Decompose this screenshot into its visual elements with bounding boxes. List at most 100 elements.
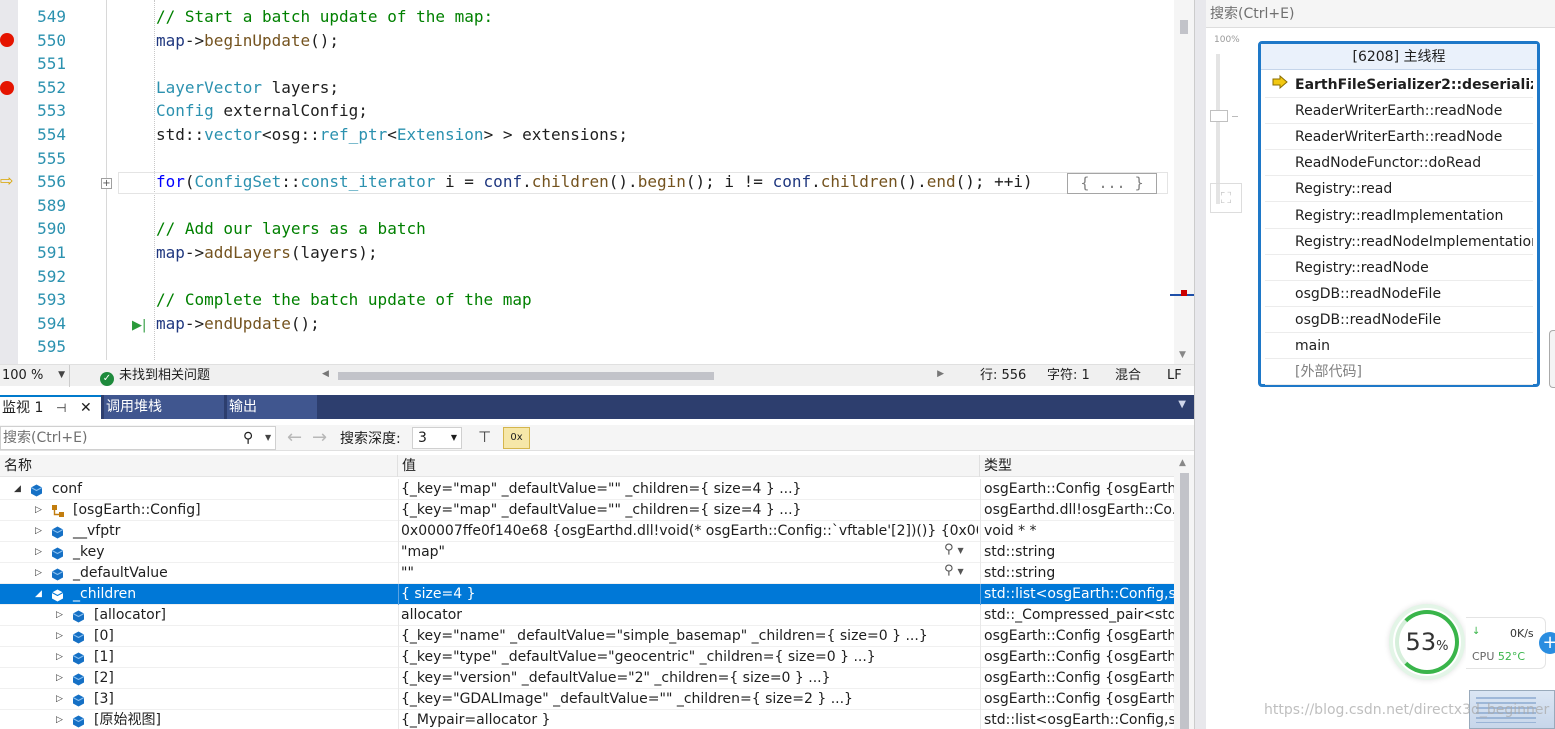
collapse-arrow-icon[interactable]: ◢ (14, 479, 21, 499)
scroll-down-icon[interactable]: ▼ (1179, 350, 1186, 360)
expand-arrow-icon[interactable]: ▷ (35, 563, 42, 583)
watch-search-input[interactable]: 搜索(Ctrl+E) ⚲ ▼ (0, 426, 276, 450)
run-to-click-icon[interactable]: ▶| (132, 318, 146, 333)
watch-value[interactable]: {_Mypair=allocator } (398, 710, 978, 729)
watch-value[interactable]: allocator (398, 605, 978, 626)
watch-value[interactable]: {_key="GDALImage" _defaultValue="" _chil… (398, 689, 978, 710)
editor-vertical-scrollbar[interactable]: ▼ (1170, 0, 1196, 364)
fit-to-view-icon[interactable]: ⛶ (1210, 183, 1242, 213)
code-line[interactable]: // Start a batch update of the map: (156, 5, 493, 29)
watch-row[interactable]: ▷ _key "map" ⚲ ▼ std::string (0, 542, 1174, 563)
watch-value[interactable]: { size=4 } (398, 584, 978, 605)
expand-arrow-icon[interactable]: ▷ (35, 521, 42, 541)
chevron-down-icon[interactable]: ▼ (958, 567, 964, 576)
collapse-arrow-icon[interactable]: ◢ (35, 584, 42, 604)
tab-output[interactable]: 输出 (227, 395, 317, 419)
expand-arrow-icon[interactable]: ▷ (56, 710, 63, 729)
breakpoint-icon[interactable] (0, 33, 14, 48)
expand-arrow-icon[interactable]: ▷ (56, 626, 63, 646)
text-visualizer-icon[interactable]: ⚲ (944, 542, 954, 557)
code-line[interactable]: map->addLayers(layers); (156, 241, 378, 265)
expand-arrow-icon[interactable]: ▷ (35, 542, 42, 562)
stack-frame[interactable]: Registry::read (1265, 176, 1533, 203)
stack-frame[interactable]: osgDB::readNodeFile (1265, 281, 1533, 307)
thread-stack-box[interactable]: [6208] 主线程 EarthFileSerializer2::deseria… (1258, 41, 1540, 387)
collapsed-region-button[interactable]: { ... } (1067, 173, 1157, 194)
visualizer-button[interactable]: ⚲ ▼ (944, 563, 964, 578)
side-drawer-handle[interactable] (1549, 330, 1555, 388)
stack-frame[interactable]: osgDB::readNodeFile (1265, 307, 1533, 333)
scroll-left-icon[interactable]: ◀ (322, 369, 329, 379)
scroll-thumb[interactable] (338, 372, 714, 380)
scroll-thumb[interactable] (1180, 473, 1189, 729)
char-indicator[interactable]: 字符: 1 (1047, 365, 1090, 386)
watch-row[interactable]: ◢ conf {_key="map" _defaultValue="" _child… (0, 479, 1174, 500)
stack-frame[interactable]: Registry::readNode (1265, 255, 1533, 281)
watch-row[interactable]: ▷ [3] {_key="GDALImage" _defaultValue="" _… (0, 689, 1174, 710)
breakpoint-icon[interactable] (0, 80, 14, 95)
scroll-up-icon[interactable]: ▲ (1179, 458, 1186, 468)
watch-row[interactable]: ▷ [0] {_key="name" _defaultValue="simple_b… (0, 626, 1174, 647)
search-icon[interactable]: ⚲ (243, 427, 253, 449)
close-icon[interactable]: ✕ (80, 397, 92, 419)
watch-row[interactable]: ▷ [2] {_key="version" _defaultValue="2" _c… (0, 668, 1174, 689)
code-line[interactable]: // Add our layers as a batch (156, 217, 426, 241)
code-line[interactable]: LayerVector layers; (156, 76, 339, 100)
eol-indicator[interactable]: LF (1167, 365, 1182, 386)
editor-horizontal-scrollbar[interactable]: ◀ ▶ (322, 369, 944, 382)
current-statement-arrow-icon[interactable]: ⇨ (0, 172, 13, 190)
breakpoint-gutter[interactable]: ⇨ (0, 0, 18, 364)
window-splitter[interactable] (1194, 0, 1206, 729)
watch-value[interactable]: {_key="map" _defaultValue="" _children={… (398, 500, 978, 521)
slider-handle[interactable] (1210, 110, 1228, 122)
watch-value[interactable]: 0x00007ffe0f140e68 {osgEarthd.dll!void(*… (398, 521, 978, 542)
expand-arrow-icon[interactable]: ▷ (56, 689, 63, 709)
watch-row[interactable]: ◢ _children { size=4 } std::list<osgEarth::… (0, 584, 1174, 605)
stack-frame[interactable]: [外部代码] (1265, 359, 1533, 386)
tab-watch-1[interactable]: 监视 1 ⊣ ✕ (0, 395, 101, 419)
stack-frame[interactable]: EarthFileSerializer2::deserialize (1265, 72, 1533, 98)
issues-indicator[interactable]: ✓ 未找到相关问题 (100, 365, 210, 386)
chevron-down-icon[interactable]: ▼ (958, 546, 964, 555)
code-line[interactable]: for(ConfigSet::const_iterator i = conf.c… (156, 170, 1033, 194)
column-header-name[interactable]: 名称 (0, 455, 398, 477)
watch-row[interactable]: ▷ [1] {_key="type" _defaultValue="geocentr… (0, 647, 1174, 668)
expand-region-icon[interactable]: + (101, 178, 112, 189)
tab-call-stack[interactable]: 调用堆栈 (104, 395, 224, 419)
stack-frame[interactable]: Registry::readNodeImplementation (1265, 229, 1533, 255)
expand-arrow-icon[interactable]: ▷ (35, 500, 42, 520)
watch-row[interactable]: ▷ __vfptr 0x00007ffe0f140e68 {osgEarthd.dl… (0, 521, 1174, 542)
line-ending-mode[interactable]: 混合 (1115, 365, 1141, 386)
watch-value[interactable]: {_key="map" _defaultValue="" _children={… (398, 479, 978, 500)
scroll-right-icon[interactable]: ▶ (937, 369, 944, 379)
back-arrow-icon[interactable]: ← (287, 427, 302, 448)
watch-row[interactable]: ▷ [osgEarth::Config] {_key="map" _defaultV… (0, 500, 1174, 521)
hex-display-icon[interactable]: 0x (503, 427, 530, 449)
expand-arrow-icon[interactable]: ▷ (56, 668, 63, 688)
watch-value[interactable]: {_key="version" _defaultValue="2" _child… (398, 668, 978, 689)
column-header-type[interactable]: 类型 (980, 455, 1174, 477)
cpu-usage-widget[interactable]: 53% (1389, 604, 1465, 680)
watch-vertical-scrollbar[interactable]: ▲ (1174, 455, 1194, 729)
visualizer-button[interactable]: ⚲ ▼ (944, 542, 964, 557)
code-line[interactable]: Config externalConfig; (156, 99, 368, 123)
watch-row[interactable]: ▷ [allocator] allocator std::_Compressed_pa… (0, 605, 1174, 626)
code-line[interactable]: std::vector<osg::ref_ptr<Extension> > ex… (156, 123, 628, 147)
watch-value[interactable]: "" (398, 563, 978, 584)
parallel-stacks-search-input[interactable]: 搜索(Ctrl+E) (1206, 0, 1555, 28)
search-depth-select[interactable]: 3 ▼ (412, 427, 462, 449)
plus-icon[interactable]: + (1539, 632, 1555, 654)
watch-row[interactable]: ▷ [原始视图] {_Mypair=allocator } std::list<osg… (0, 710, 1174, 729)
stack-frame[interactable]: Registry::readImplementation (1265, 203, 1533, 229)
code-line[interactable]: map->endUpdate(); (156, 312, 320, 336)
text-visualizer-icon[interactable]: ⚲ (944, 563, 954, 578)
code-area[interactable]: // Start a batch update of the map: map->… (118, 0, 1170, 364)
zoom-select[interactable]: 100 % ▼ (0, 365, 70, 387)
line-indicator[interactable]: 行: 556 (980, 365, 1026, 386)
stack-frame[interactable]: ReaderWriterEarth::readNode (1265, 124, 1533, 151)
expand-arrow-icon[interactable]: ▷ (56, 605, 63, 625)
watch-value[interactable]: "map" (398, 542, 978, 563)
pin-filter-icon[interactable]: ⊤ (478, 428, 491, 446)
expand-arrow-icon[interactable]: ▷ (56, 647, 63, 667)
forward-arrow-icon[interactable]: → (312, 427, 327, 448)
